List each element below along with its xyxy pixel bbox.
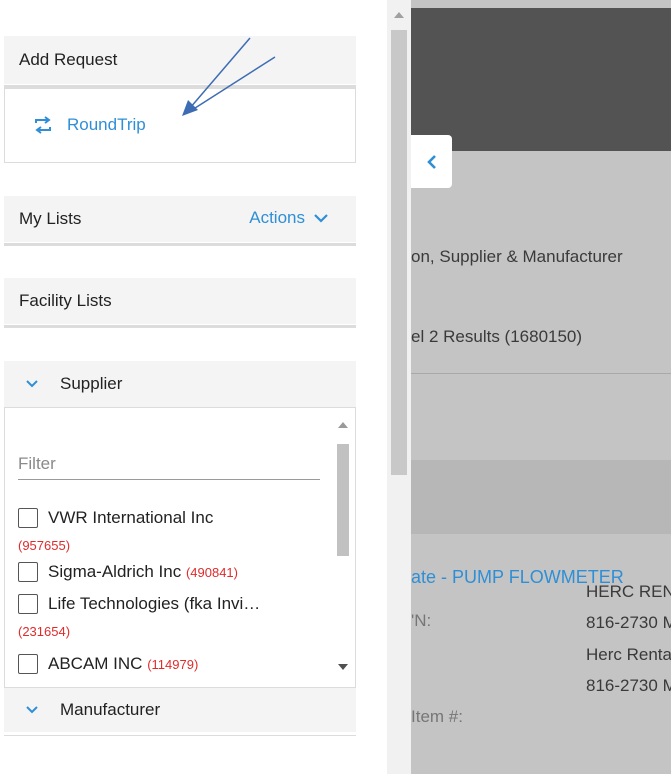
supplier-name: Sigma-Aldrich Inc [48, 562, 182, 581]
supplier-count: (231654) [18, 624, 71, 639]
item-number-label: Item #: [411, 707, 463, 726]
manufacturer-header[interactable]: Manufacturer [4, 688, 356, 732]
scroll-up-icon[interactable] [338, 422, 348, 428]
actions-label: Actions [249, 208, 305, 227]
back-button[interactable] [411, 135, 452, 188]
roundtrip-link[interactable]: RoundTrip [33, 115, 146, 135]
my-lists-header: My Lists Actions [4, 196, 356, 246]
list-item[interactable]: VWR International Inc [18, 508, 328, 538]
chevron-down-icon [314, 214, 328, 223]
add-request-title: Add Request [19, 50, 118, 69]
supplier-scrollbar[interactable] [333, 418, 353, 680]
list-item[interactable]: ABCAM INC (114979) [18, 654, 328, 684]
repeat-icon [35, 116, 51, 134]
facility-lists-header[interactable]: Facility Lists [4, 278, 356, 328]
header-banner [411, 8, 671, 151]
roundtrip-label: RoundTrip [67, 115, 146, 134]
supplier-title: Supplier [60, 374, 123, 393]
scrollbar-thumb[interactable] [337, 444, 349, 556]
checkbox[interactable] [18, 508, 38, 528]
supplier-name: Life Technologies (fka Invi… [48, 594, 261, 613]
scrollbar-thumb[interactable] [391, 30, 407, 475]
supplier-name: VWR International Inc [48, 508, 214, 527]
manufacturer-panel [4, 735, 356, 774]
annotation-arrows [182, 37, 276, 116]
item-value: Herc Rentals [586, 645, 671, 664]
supplier-panel: VWR International Inc (957655) Sigma-Ald… [4, 407, 356, 688]
supplier-count: (114979) [147, 656, 199, 672]
checkbox[interactable] [18, 654, 38, 674]
search-criteria-text: on, Supplier & Manufacturer [411, 247, 623, 266]
pn-label: 'N: [411, 611, 432, 630]
manufacturer-title: Manufacturer [60, 700, 161, 719]
supplier-list: VWR International Inc (957655) Sigma-Ald… [18, 508, 328, 684]
item-value: HERC RENT [586, 582, 671, 601]
divider [411, 373, 671, 374]
page-scrollbar[interactable] [387, 0, 411, 774]
facility-lists-title: Facility Lists [19, 291, 112, 310]
item-value: 816-2730 M [586, 676, 671, 695]
checkbox[interactable] [18, 594, 38, 614]
header-divider [4, 243, 356, 246]
chevron-left-icon [426, 154, 436, 169]
header-divider [4, 325, 356, 328]
supplier-count: (490841) [185, 564, 238, 580]
chevron-down-icon [26, 380, 38, 388]
supplier-filter-input[interactable] [18, 448, 320, 480]
chevron-down-icon [26, 706, 38, 714]
supplier-header[interactable]: Supplier [4, 361, 356, 407]
toolbar-band [411, 460, 671, 534]
results-count-text: el 2 Results (1680150) [411, 327, 583, 346]
actions-dropdown[interactable]: Actions [249, 208, 328, 228]
scroll-up-icon[interactable] [394, 12, 404, 18]
item-value: 816-2730 M [586, 613, 671, 632]
scroll-down-icon[interactable] [338, 664, 348, 670]
list-item[interactable]: Sigma-Aldrich Inc (490841) [18, 562, 328, 594]
my-lists-title: My Lists [19, 209, 82, 228]
list-item[interactable]: Life Technologies (fka Invi… [18, 594, 328, 624]
supplier-name: ABCAM INC [48, 654, 143, 673]
supplier-count: (957655) [18, 538, 71, 553]
checkbox[interactable] [18, 562, 38, 582]
